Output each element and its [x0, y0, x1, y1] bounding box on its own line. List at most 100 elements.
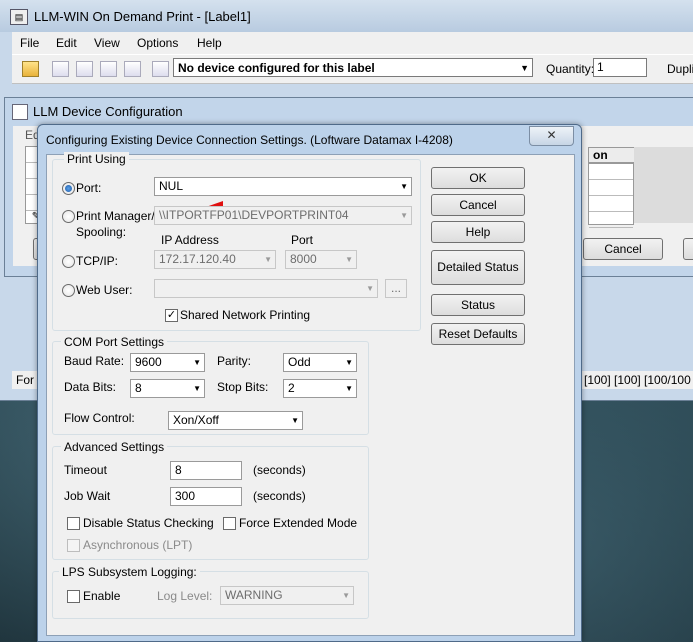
flow-control-label: Flow Control:	[64, 411, 135, 425]
help-button[interactable]: Help	[431, 221, 525, 243]
port-select[interactable]: NUL ▼	[154, 177, 412, 196]
chevron-down-icon: ▼	[400, 211, 408, 220]
stop-bits-label: Stop Bits:	[217, 380, 269, 394]
tcpip-label: TCP/IP:	[76, 254, 119, 268]
quantity-input[interactable]: 1	[593, 58, 647, 77]
tcp-port-value: 8000	[290, 252, 317, 266]
stop-bits-value: 2	[288, 381, 295, 395]
tcpip-radio[interactable]	[62, 255, 75, 268]
device-grid-cells	[588, 163, 634, 228]
ok-button[interactable]: OK	[431, 167, 525, 189]
print-icon[interactable]	[52, 61, 69, 77]
data-bits-value: 8	[135, 381, 142, 395]
spooling-label: Spooling:	[76, 225, 127, 239]
shared-printing-checkbox[interactable]: ✓	[165, 309, 178, 322]
timeout-input[interactable]: 8	[170, 461, 242, 480]
status-right-text: [100] [100] [100/100	[584, 373, 691, 387]
chevron-down-icon: ▼	[400, 182, 408, 191]
dialog-body: Print Using Port: NUL ▼ Print Manager/ S…	[46, 152, 575, 636]
print-icon[interactable]	[76, 61, 93, 77]
web-user-label: Web User:	[76, 283, 133, 297]
port-label: Port:	[76, 181, 102, 195]
baud-rate-label: Baud Rate:	[64, 354, 125, 368]
detailed-status-button[interactable]: Detailed Status	[431, 250, 525, 285]
menu-edit[interactable]: Edit	[56, 36, 77, 50]
menu-file[interactable]: File	[20, 36, 39, 50]
log-level-value: WARNING	[225, 588, 283, 602]
device-select-value: No device configured for this label	[178, 61, 375, 75]
flow-control-select[interactable]: Xon/Xoff ▼	[168, 411, 303, 430]
ip-address-header: IP Address	[161, 233, 219, 247]
chevron-down-icon: ▼	[291, 416, 299, 425]
port-radio[interactable]	[62, 182, 75, 195]
print-manager-select[interactable]: \\ITPORTFP01\DEVPORTPRINT04 ▼	[154, 206, 412, 225]
timeout-label: Timeout	[64, 463, 107, 477]
data-bits-label: Data Bits:	[64, 380, 117, 394]
menu-options[interactable]: Options	[137, 36, 178, 50]
printer-icon[interactable]	[152, 61, 169, 77]
ip-address-select[interactable]: 172.17.120.40 ▼	[154, 250, 276, 269]
device-window-title: LLM Device Configuration	[33, 104, 183, 119]
close-icon[interactable]: ✕	[529, 126, 574, 146]
parity-label: Parity:	[217, 354, 252, 368]
device-extra-button[interactable]	[683, 238, 693, 260]
baud-rate-value: 9600	[135, 355, 162, 369]
status-button[interactable]: Status	[431, 294, 525, 316]
parity-select[interactable]: Odd ▼	[283, 353, 357, 372]
cancel-button[interactable]: Cancel	[431, 194, 525, 216]
force-extended-label: Force Extended Mode	[239, 516, 358, 530]
job-wait-label: Job Wait	[64, 489, 111, 503]
job-wait-input[interactable]: 300	[170, 487, 242, 506]
data-bits-select[interactable]: 8 ▼	[130, 379, 205, 398]
browse-button[interactable]: ...	[385, 279, 407, 298]
enable-logging-label: Enable	[83, 589, 121, 603]
duplicates-label: Dupli	[667, 62, 693, 76]
menu-help[interactable]: Help	[197, 36, 222, 50]
connection-settings-dialog: Configuring Existing Device Connection S…	[37, 124, 582, 642]
quantity-label: Quantity:	[546, 62, 595, 76]
chevron-down-icon: ▼	[342, 591, 350, 600]
tcp-port-select[interactable]: 8000 ▼	[285, 250, 357, 269]
web-user-select[interactable]: ▼	[154, 279, 378, 298]
dialog-title: Configuring Existing Device Connection S…	[46, 133, 453, 147]
reset-defaults-button[interactable]: Reset Defaults	[431, 323, 525, 345]
chevron-down-icon: ▼	[193, 384, 201, 393]
baud-rate-select[interactable]: 9600 ▼	[130, 353, 205, 372]
web-user-radio[interactable]	[62, 284, 75, 297]
device-window-icon	[12, 104, 28, 120]
force-extended-checkbox[interactable]	[223, 517, 236, 530]
print-icon[interactable]	[100, 61, 117, 77]
disable-status-label: Disable Status Checking	[83, 516, 214, 530]
enable-logging-checkbox[interactable]	[67, 590, 80, 603]
log-level-select[interactable]: WARNING ▼	[220, 586, 354, 605]
async-lpt-label: Asynchronous (LPT)	[83, 538, 193, 552]
open-folder-icon[interactable]	[22, 61, 39, 77]
device-grid-empty-area	[634, 147, 693, 223]
ip-address-value: 172.17.120.40	[159, 252, 236, 266]
print-manager-value: \\ITPORTFP01\DEVPORTPRINT04	[159, 208, 349, 222]
stop-bits-select[interactable]: 2 ▼	[283, 379, 357, 398]
print-manager-radio[interactable]	[62, 210, 75, 223]
async-lpt-checkbox[interactable]	[67, 539, 80, 552]
job-wait-seconds-label: (seconds)	[253, 489, 306, 503]
shared-printing-label: Shared Network Printing	[180, 308, 311, 322]
chevron-down-icon: ▼	[264, 255, 272, 264]
device-cancel-button[interactable]: Cancel	[583, 238, 663, 260]
status-left-text: For	[16, 373, 34, 387]
menu-view[interactable]: View	[94, 36, 120, 50]
main-titlebar: ▤ LLM-WIN On Demand Print - [Label1]	[0, 0, 693, 32]
chevron-down-icon: ▼	[345, 358, 353, 367]
print-icon[interactable]	[124, 61, 141, 77]
lps-logging-label: LPS Subsystem Logging:	[59, 565, 200, 579]
advanced-settings-label: Advanced Settings	[61, 440, 168, 454]
print-manager-label: Print Manager/	[76, 209, 155, 223]
device-grid-column-header: on	[588, 147, 638, 163]
log-level-label: Log Level:	[157, 589, 213, 603]
menu-bar: File Edit View Options Help	[12, 32, 693, 54]
chevron-down-icon: ▼	[193, 358, 201, 367]
com-port-label: COM Port Settings	[61, 335, 168, 349]
port-select-value: NUL	[159, 179, 184, 193]
disable-status-checkbox[interactable]	[67, 517, 80, 530]
chevron-down-icon: ▼	[520, 63, 529, 73]
device-select[interactable]: No device configured for this label ▼	[173, 58, 533, 77]
